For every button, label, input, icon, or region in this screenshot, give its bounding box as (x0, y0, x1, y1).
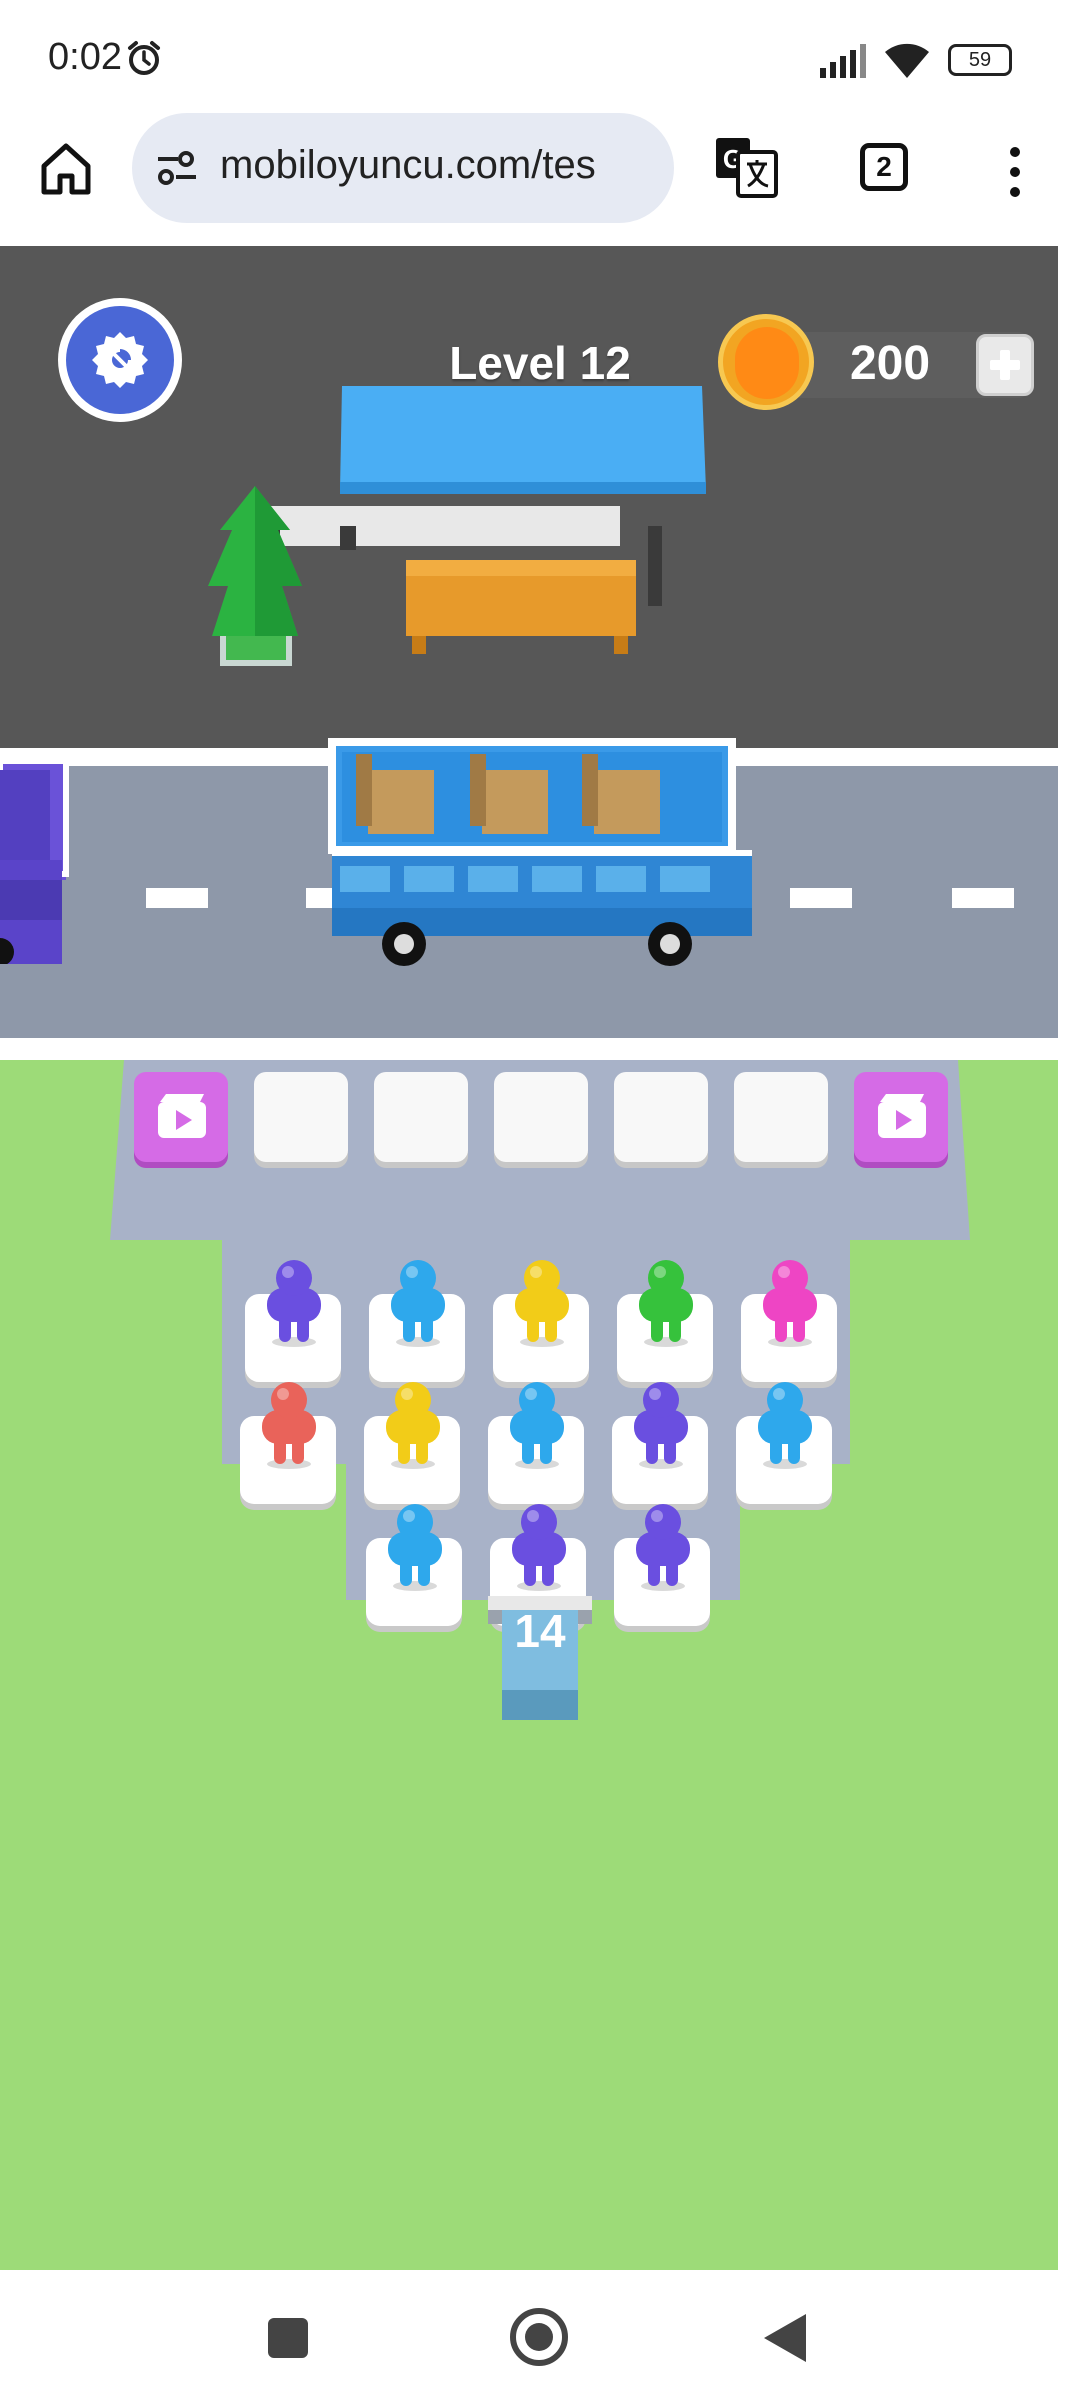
translate-icon[interactable]: G (714, 136, 778, 198)
alarm-icon (128, 41, 160, 75)
tree (208, 486, 302, 666)
waiting-slot (734, 1072, 828, 1162)
home-circle-icon[interactable] (508, 2306, 570, 2368)
coin-icon (718, 314, 814, 410)
waiting-slot (374, 1072, 468, 1162)
video-ad-icon (158, 1094, 206, 1138)
passenger-purple[interactable] (504, 1502, 574, 1592)
battery-icon: 59 (948, 44, 1012, 76)
back-icon[interactable] (762, 2312, 808, 2364)
passenger-blue[interactable] (380, 1502, 450, 1592)
wifi-icon (885, 43, 929, 78)
page-edge (1058, 246, 1080, 2270)
more-menu-icon[interactable] (1000, 142, 1030, 202)
status-bar: 0:02 59 (0, 0, 1080, 110)
gear-icon (92, 332, 148, 388)
recents-icon[interactable] (266, 2316, 310, 2360)
lane-marking (146, 888, 208, 908)
waiting-slot (254, 1072, 348, 1162)
coin-count: 200 (849, 337, 931, 390)
passenger-blue[interactable] (383, 1258, 453, 1348)
passenger-red[interactable] (254, 1380, 324, 1470)
lane-marking (790, 888, 852, 908)
home-icon[interactable] (36, 138, 96, 198)
blue-bus (328, 738, 752, 966)
passenger-pink[interactable] (755, 1258, 825, 1348)
add-coins-button[interactable] (976, 334, 1034, 396)
plus-icon (990, 350, 1020, 380)
status-time: 0:02 (48, 36, 122, 78)
passenger-purple[interactable] (626, 1380, 696, 1470)
settings-button[interactable] (58, 298, 182, 422)
passenger-blue[interactable] (750, 1380, 820, 1470)
level-label: Level 12 (449, 337, 631, 389)
video-ad-icon (878, 1094, 926, 1138)
passenger-yellow[interactable] (507, 1258, 577, 1348)
url-text[interactable]: mobiloyuncu.com/tes (220, 143, 596, 188)
street-edge (0, 1038, 1058, 1060)
lane-marking (952, 888, 1014, 908)
site-settings-icon[interactable] (154, 145, 200, 191)
tabs-icon[interactable]: 2 (860, 143, 908, 191)
video-ad-slot-right[interactable] (854, 1072, 948, 1162)
passenger-yellow[interactable] (378, 1380, 448, 1470)
purple-bus (0, 751, 69, 964)
passenger-green[interactable] (631, 1258, 701, 1348)
browser-toolbar: mobiloyuncu.com/tes G 2 (0, 110, 1080, 240)
waiting-slot (614, 1072, 708, 1162)
video-ad-slot-left[interactable] (134, 1072, 228, 1162)
passenger-purple[interactable] (259, 1258, 329, 1348)
passenger-purple[interactable] (628, 1502, 698, 1592)
queue-count: 14 (514, 1605, 566, 1657)
waiting-slot (494, 1072, 588, 1162)
signal-icon (820, 44, 866, 78)
game-canvas[interactable]: Level 12 200 14 (0, 246, 1080, 2270)
address-bar[interactable]: mobiloyuncu.com/tes (132, 113, 674, 223)
passenger-blue[interactable] (502, 1380, 572, 1470)
battery-level: 59 (968, 49, 992, 71)
system-navbar (0, 2270, 1080, 2400)
status-icons: 59 (820, 40, 1020, 80)
